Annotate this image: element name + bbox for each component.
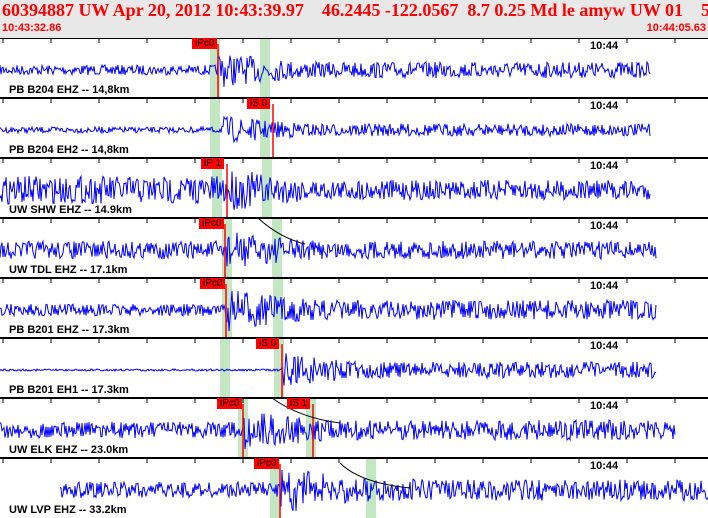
station-label: UW SHW EHZ -- 14.9km <box>9 204 132 216</box>
pick-flag[interactable]: iPc0 <box>200 278 226 289</box>
time-tick-label: 10:44 <box>590 340 619 352</box>
pick-flag[interactable]: iPc0 <box>254 458 280 469</box>
phase-window <box>210 98 220 158</box>
time-tick-label: 10:44 <box>590 280 619 292</box>
time-tick-label: 10:44 <box>590 160 619 172</box>
pick-flag[interactable]: iS 0 <box>247 98 271 109</box>
time-tick-label: 10:44 <box>590 460 619 472</box>
phase-window <box>220 338 230 398</box>
time-tick-label: 10:44 <box>590 220 619 232</box>
end-time: 10:44:05.63 <box>646 22 706 34</box>
station-label: UW TDL EHZ -- 17.1km <box>9 264 128 276</box>
event-title: 60394887 UW Apr 20, 2012 10:43:39.97 46.… <box>2 0 708 20</box>
station-label: PB B204 EHZ -- 14,8km <box>9 84 130 96</box>
time-tick-label: 10:44 <box>590 40 619 52</box>
station-label: PB B201 EH1 -- 17.3km <box>9 384 129 396</box>
pick-flag[interactable]: iPc0 <box>217 398 243 409</box>
station-label: UW ELK EHZ -- 23.0km <box>9 444 129 456</box>
pick-flag[interactable]: iP 1 <box>201 158 225 169</box>
waveform <box>0 55 651 87</box>
pick-flag[interactable]: iS 1 <box>287 398 311 409</box>
waveform <box>0 353 657 386</box>
pick-flag[interactable]: iS 0 <box>256 338 280 349</box>
station-label: PB B201 EHZ -- 17.3km <box>9 324 130 336</box>
time-tick-label: 10:44 <box>590 400 619 412</box>
start-time: 10:43:32.86 <box>2 22 62 34</box>
waveform <box>59 469 708 511</box>
event-header: 60394887 UW Apr 20, 2012 10:43:39.97 46.… <box>0 0 708 38</box>
station-label: PB B204 EH2 -- 14,8km <box>9 144 129 156</box>
pick-flag[interactable]: iPc0 <box>192 38 218 49</box>
waveform <box>0 232 657 267</box>
pick-flag[interactable]: iPc0 <box>199 218 225 229</box>
waveform <box>0 115 651 144</box>
station-label: UW LVP EHZ -- 33.2km <box>9 504 127 516</box>
time-tick-label: 10:44 <box>590 100 619 112</box>
